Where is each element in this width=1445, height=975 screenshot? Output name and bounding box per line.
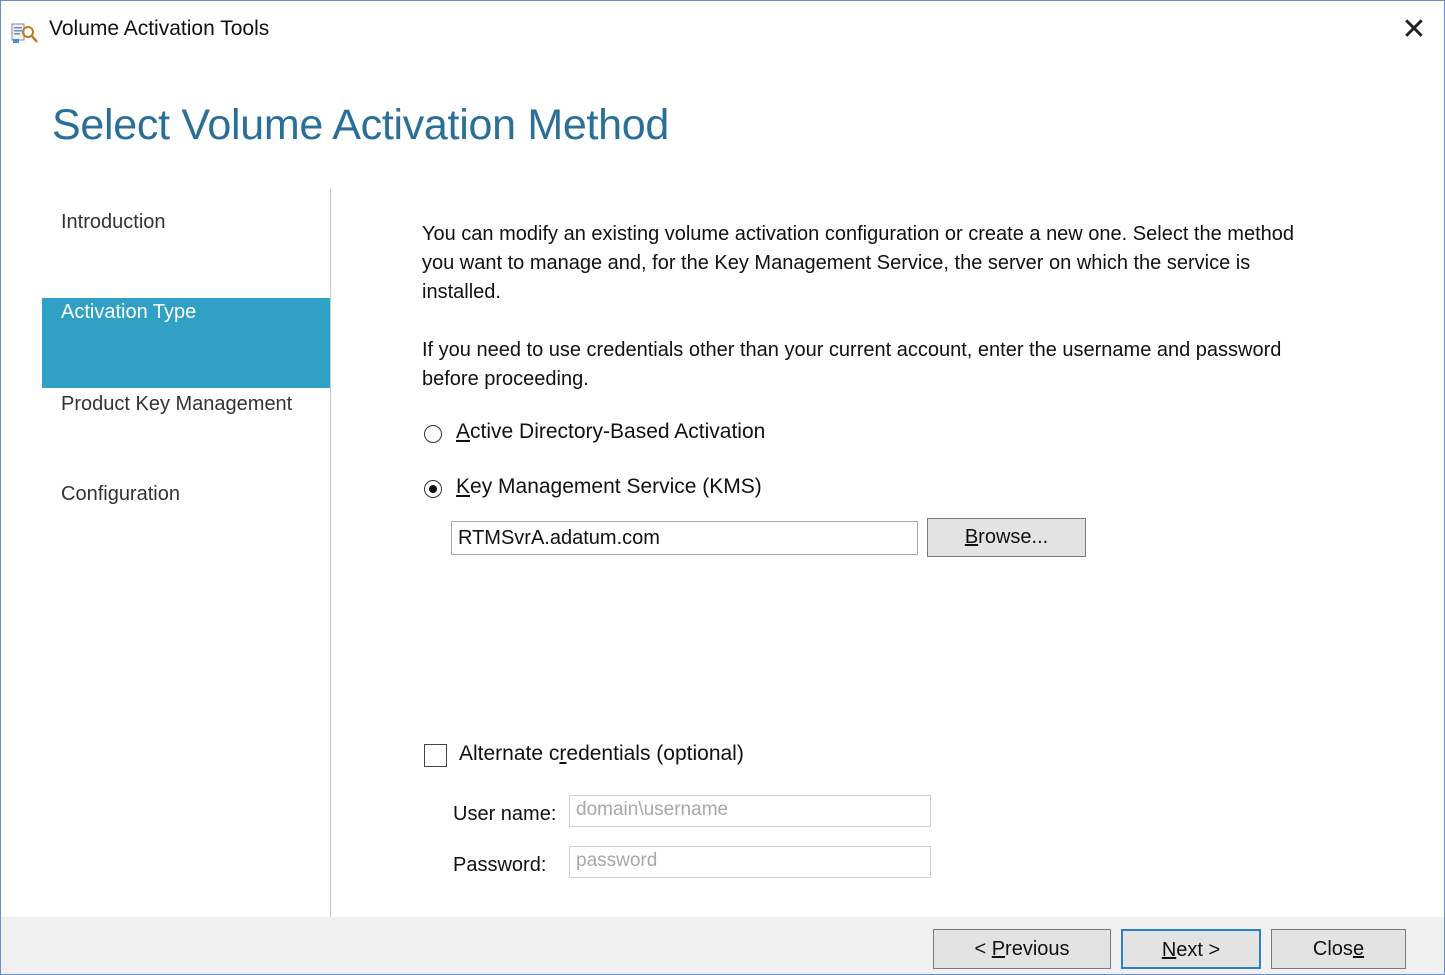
- nav-item-label: Product Key Management: [61, 393, 293, 415]
- credentials-line: If you need to use credentials other tha…: [422, 339, 1282, 361]
- radio-key-management-service[interactable]: Key Management Service (KMS): [424, 475, 824, 505]
- close-window-icon[interactable]: ✕: [1397, 13, 1431, 47]
- intro-line: you want to manage and, for the Key Mana…: [422, 252, 1251, 274]
- alternate-credentials-checkbox[interactable]: [424, 744, 447, 767]
- radio-active-directory-activation[interactable]: Active Directory-Based Activation: [424, 420, 824, 450]
- browse-button[interactable]: Browse...: [927, 518, 1086, 557]
- volume-activation-app-icon: [11, 23, 38, 43]
- page-title: Select Volume Activation Method: [52, 101, 669, 149]
- nav-item-introduction[interactable]: Introduction: [42, 211, 330, 239]
- credentials-line: before proceeding.: [422, 368, 589, 390]
- intro-line: You can modify an existing volume activa…: [422, 223, 1295, 245]
- username-label: User name:: [453, 803, 557, 825]
- footer-bar: < Previous Next > Close: [1, 917, 1444, 974]
- nav-item-activation-type[interactable]: Activation Type: [42, 298, 330, 388]
- nav-item-label: Configuration: [61, 483, 180, 505]
- nav-item-product-key-management[interactable]: Product Key Management: [42, 393, 330, 421]
- checkbox-label: Alternate credentials (optional): [459, 742, 744, 765]
- window-title: Volume Activation Tools: [49, 17, 270, 40]
- intro-paragraph: You can modify an existing volume activa…: [422, 220, 1387, 307]
- radio-button-selected[interactable]: [424, 480, 442, 498]
- next-button[interactable]: Next >: [1121, 929, 1261, 969]
- sidebar-divider: [330, 189, 331, 917]
- title-bar: Volume Activation Tools ✕: [1, 1, 1444, 59]
- previous-button[interactable]: < Previous: [933, 929, 1111, 969]
- volume-activation-window: Volume Activation Tools ✕ Select Volume …: [0, 0, 1445, 975]
- password-input[interactable]: password: [569, 846, 931, 878]
- password-label: Password:: [453, 854, 547, 876]
- radio-label: Active Directory-Based Activation: [456, 420, 766, 443]
- credentials-paragraph: If you need to use credentials other tha…: [422, 336, 1387, 394]
- radio-selected-dot: [429, 485, 437, 493]
- radio-button-unselected[interactable]: [424, 425, 442, 443]
- nav-item-configuration[interactable]: Configuration: [42, 483, 330, 511]
- nav-item-label: Introduction: [61, 211, 166, 233]
- close-button[interactable]: Close: [1271, 929, 1406, 969]
- username-input[interactable]: domain\username: [569, 795, 931, 827]
- intro-line: installed.: [422, 281, 501, 303]
- alternate-credentials-checkbox-row[interactable]: Alternate credentials (optional): [424, 742, 824, 772]
- kms-server-input[interactable]: RTMSvrA.adatum.com: [451, 521, 918, 555]
- nav-item-label: Activation Type: [61, 301, 197, 323]
- radio-label: Key Management Service (KMS): [456, 475, 762, 498]
